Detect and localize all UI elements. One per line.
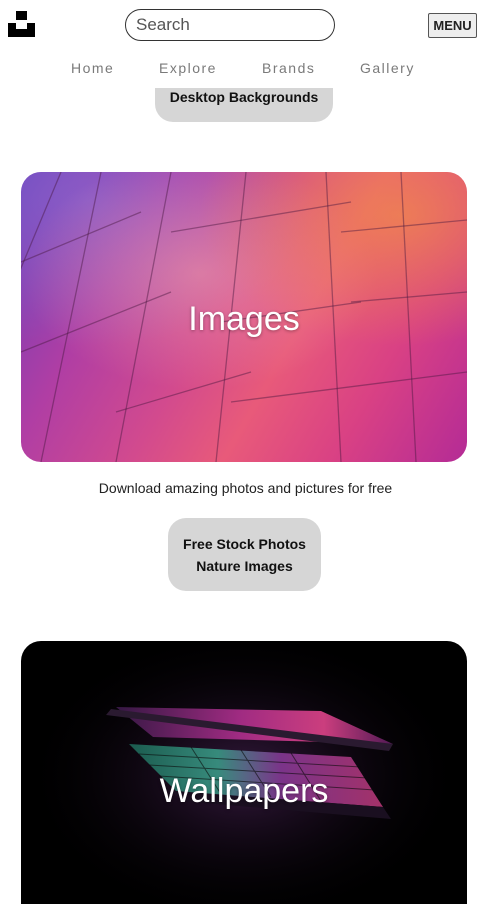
images-description: Download amazing photos and pictures for… xyxy=(98,480,393,496)
images-card[interactable]: Images xyxy=(21,172,467,462)
nav-home[interactable]: Home xyxy=(71,60,114,76)
site-header: MENU Home Explore Brands Gallery xyxy=(0,0,491,88)
images-card-title: Images xyxy=(188,300,300,338)
free-stock-photos-link[interactable]: Free Stock Photos xyxy=(183,533,306,555)
wallpapers-card-title: Wallpapers xyxy=(159,772,329,810)
menu-button[interactable]: MENU xyxy=(428,13,477,38)
nav-brands[interactable]: Brands xyxy=(262,60,315,76)
unsplash-logo-icon[interactable] xyxy=(8,11,35,37)
search-input[interactable] xyxy=(125,9,335,41)
nature-images-link[interactable]: Nature Images xyxy=(196,555,292,577)
images-links-group: Free Stock Photos Nature Images xyxy=(168,518,321,591)
nav-explore[interactable]: Explore xyxy=(159,60,217,76)
main-nav: Home Explore Brands Gallery xyxy=(0,60,491,80)
desktop-backgrounds-label: Desktop Backgrounds xyxy=(169,89,319,105)
wallpapers-card[interactable]: Wallpapers xyxy=(21,641,467,904)
nav-gallery[interactable]: Gallery xyxy=(360,60,415,76)
page-content: Desktop Backgrounds Images Download amaz… xyxy=(0,0,491,904)
